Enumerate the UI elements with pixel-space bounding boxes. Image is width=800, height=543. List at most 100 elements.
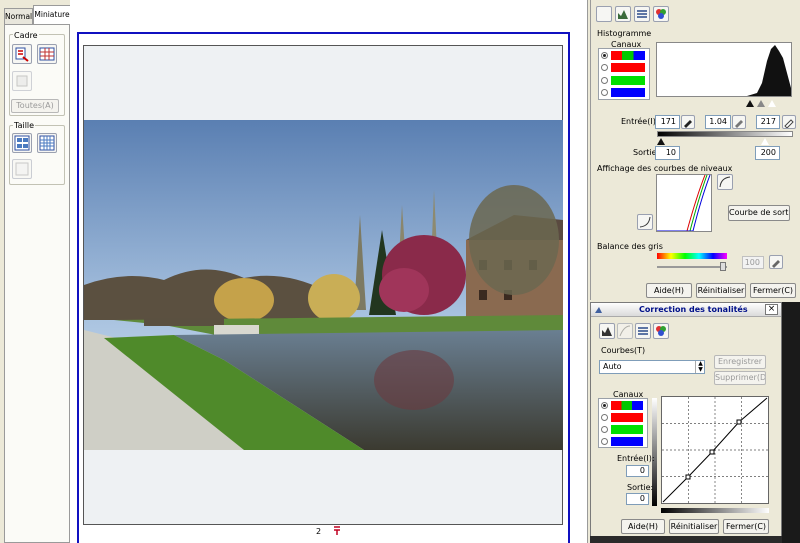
dlg-channel-blue-radio[interactable]: [601, 438, 608, 445]
dlg-channel-rgb-swatch[interactable]: [611, 401, 643, 410]
curves-graph: [656, 174, 712, 232]
channel-blue-radio[interactable]: [601, 89, 608, 96]
channel-red-swatch[interactable]: [611, 63, 645, 72]
photo-thumbnail[interactable]: [84, 120, 563, 450]
dlg-channel-red-swatch[interactable]: [611, 413, 643, 422]
dlg-entree-label: Entrée(I):: [617, 454, 655, 463]
output-black-slider[interactable]: [657, 138, 665, 145]
left-tool-panel: Cadre Toutes(A) Taille: [4, 24, 70, 543]
tab-miniature-label: Miniature: [34, 10, 70, 19]
curve-preset-value: Auto: [603, 362, 622, 371]
taille-label: Taille: [13, 121, 36, 130]
toutes-button: Toutes(A): [11, 99, 59, 113]
dlg-channel-green-radio[interactable]: [601, 426, 608, 433]
gray-eyedropper-icon[interactable]: [732, 115, 746, 129]
entree-black-field[interactable]: 171: [655, 115, 680, 129]
dialog-close-icon[interactable]: ×: [765, 304, 778, 315]
channel-rgb-swatch[interactable]: [611, 51, 645, 60]
dialog-close-glyph: ×: [767, 304, 776, 314]
histogram-help-button[interactable]: Aide(H): [646, 283, 692, 298]
histogram-reset-button[interactable]: Réinitialiser: [696, 283, 746, 298]
input-gamma-slider[interactable]: [757, 100, 765, 107]
desktop-background: [782, 302, 800, 543]
histogram-tool-icon[interactable]: [615, 6, 631, 22]
output-white-slider[interactable]: [761, 138, 769, 145]
delete-curve-button: Supprimer(D): [714, 371, 766, 385]
dlg-channel-list: [598, 398, 648, 448]
tab-miniature[interactable]: Miniature: [33, 5, 71, 24]
frame-select-icon[interactable]: [12, 44, 32, 64]
curve-preset-select[interactable]: Auto ▲ ▼: [599, 360, 705, 374]
histogram-reset-label: Réinitialiser: [697, 286, 745, 295]
output-curve-button[interactable]: Courbe de sortie: [728, 205, 790, 221]
dlg-entree-value: 0: [639, 466, 645, 475]
dlg-sortie-field[interactable]: 0: [626, 493, 649, 505]
curve-down-icon[interactable]: [637, 214, 653, 230]
channel-green-swatch[interactable]: [611, 76, 645, 85]
dialog-app-icon: [594, 305, 603, 314]
dlg-reset-button[interactable]: Réinitialiser: [669, 519, 719, 534]
save-curve-label: Enregistrer: [717, 357, 763, 366]
dlg-color-icon[interactable]: [653, 323, 669, 339]
black-eyedropper-icon[interactable]: [681, 115, 695, 129]
dlg-channel-red-radio[interactable]: [601, 414, 608, 421]
dlg-channel-blue-swatch[interactable]: [611, 437, 643, 446]
input-black-slider[interactable]: [746, 100, 754, 107]
histogram-close-label: Fermer(C): [752, 286, 794, 295]
entree-gamma-value: 1.04: [709, 117, 727, 126]
size-small-icon[interactable]: [37, 133, 57, 153]
input-white-slider[interactable]: [768, 100, 776, 107]
curve-up-icon[interactable]: [717, 174, 733, 190]
curve-horizontal-gradient: [661, 508, 769, 513]
preset-spinner-icon[interactable]: ▲ ▼: [695, 361, 705, 373]
dlg-close-label: Fermer(C): [725, 522, 767, 531]
frame-grid-icon[interactable]: [37, 44, 57, 64]
dlg-histogram-icon[interactable]: [599, 323, 615, 339]
output-gradient: [657, 131, 793, 137]
histogram-close-button[interactable]: Fermer(C): [750, 283, 796, 298]
preview-area: 2: [70, 0, 588, 543]
channel-blue-swatch[interactable]: [611, 88, 645, 97]
sortie-white-field[interactable]: 200: [755, 146, 780, 160]
tool-blank-icon[interactable]: [596, 6, 612, 22]
sortie-black-value: 10: [665, 148, 676, 157]
dlg-reset-label: Réinitialiser: [670, 522, 718, 531]
channel-green-radio[interactable]: [601, 77, 608, 84]
color-tool-icon[interactable]: [653, 6, 669, 22]
output-curve-label: Courbe de sortie: [729, 208, 790, 217]
histogram-help-label: Aide(H): [654, 286, 684, 295]
dlg-channel-green-swatch[interactable]: [611, 425, 643, 434]
dlg-levels-icon[interactable]: [635, 323, 651, 339]
dlg-help-button[interactable]: Aide(H): [621, 519, 665, 534]
tab-normal[interactable]: Normal: [4, 8, 33, 24]
dlg-entree-field[interactable]: 0: [626, 465, 649, 477]
page-marker-icon: [333, 526, 341, 536]
gray-balance-gradient: [657, 253, 727, 259]
channel-rgb-radio[interactable]: [601, 52, 608, 59]
save-curve-button: Enregistrer: [714, 355, 766, 369]
gray-balance-slider[interactable]: [720, 262, 726, 271]
frame-disabled-icon: [12, 71, 32, 91]
gray-balance-value: 100: [744, 258, 760, 267]
dlg-close-button[interactable]: Fermer(C): [723, 519, 769, 534]
gray-balance-eyedropper-icon[interactable]: [769, 255, 783, 269]
tone-curve-graph[interactable]: [661, 396, 769, 504]
gray-balance-field: 100: [742, 256, 764, 269]
entree-gamma-field[interactable]: 1.04: [705, 115, 731, 129]
gray-balance-title: Balance des gris: [597, 242, 663, 251]
histogram-panel: Histogramme Canaux Entrée(I): 171 1.04 2…: [590, 0, 800, 300]
dlg-channel-rgb-radio[interactable]: [601, 402, 608, 409]
dlg-curves-icon[interactable]: [617, 323, 633, 339]
entree-white-field[interactable]: 217: [756, 115, 780, 129]
desktop-strip: [590, 536, 782, 543]
dialog-title-bar[interactable]: Correction des tonalités ×: [591, 303, 781, 317]
dlg-sortie-label: Sortie:: [627, 483, 654, 492]
levels-tool-icon[interactable]: [634, 6, 650, 22]
white-eyedropper-icon[interactable]: [782, 115, 796, 129]
sortie-black-field[interactable]: 10: [655, 146, 680, 160]
histogram-graph: [656, 42, 792, 97]
courbes-label: Courbes(T): [601, 346, 646, 355]
channel-red-radio[interactable]: [601, 64, 608, 71]
size-medium-icon[interactable]: [12, 133, 32, 153]
sortie-white-value: 200: [760, 148, 776, 157]
